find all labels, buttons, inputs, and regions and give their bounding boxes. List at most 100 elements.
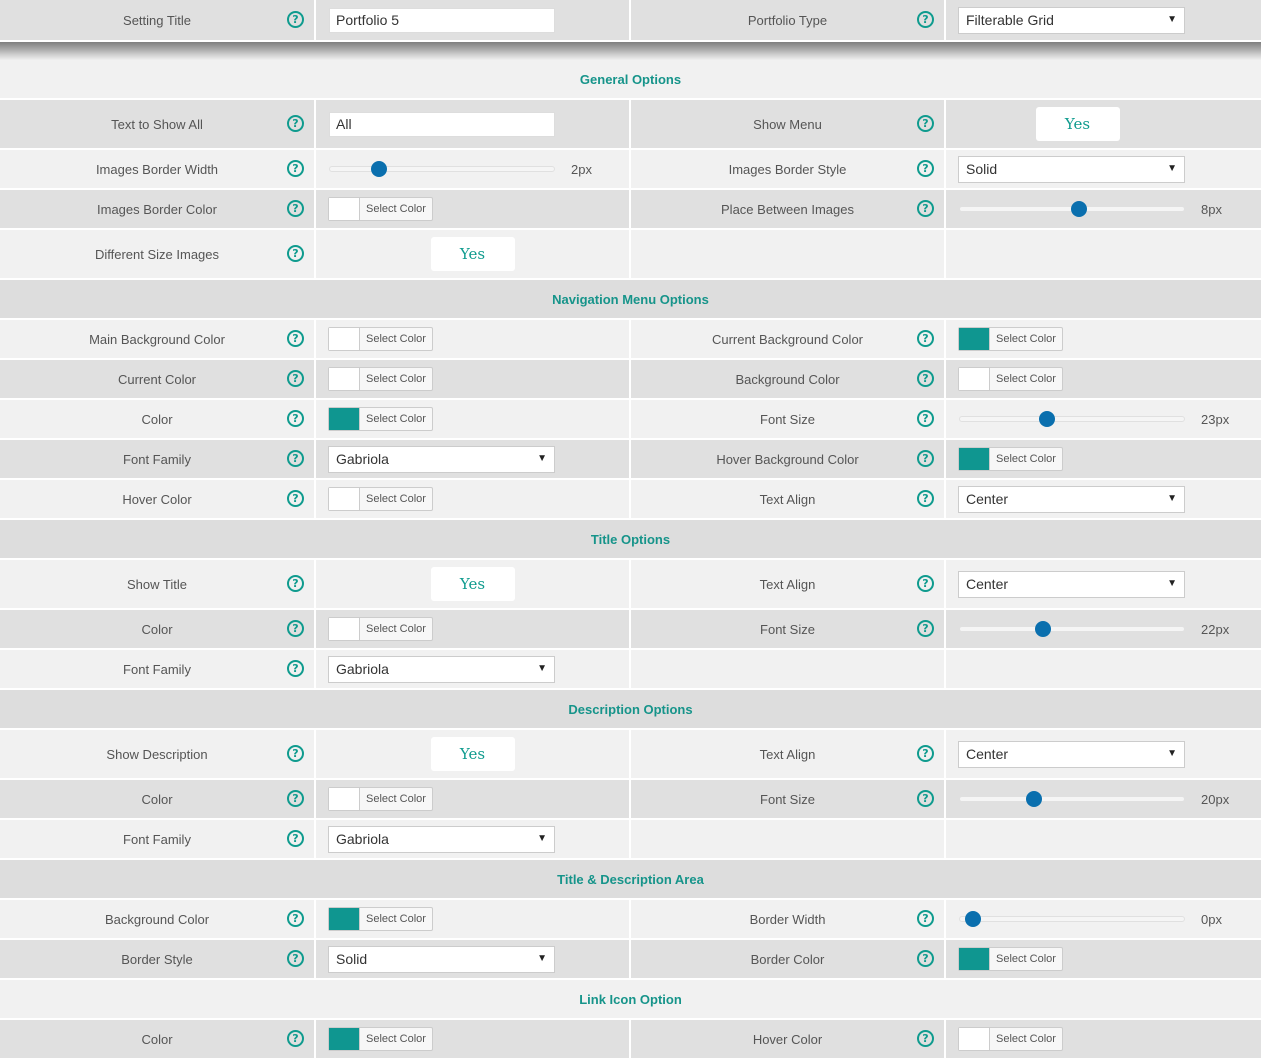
help-icon[interactable]: ? [287, 450, 304, 467]
text-show-all-input[interactable]: All [329, 111, 555, 137]
help-icon[interactable]: ? [917, 370, 934, 387]
help-icon[interactable]: ? [917, 790, 934, 807]
slider-handle[interactable] [964, 911, 981, 927]
select-color-button[interactable]: Select Color [990, 1028, 1062, 1050]
place-between-images-slider[interactable] [959, 201, 1185, 217]
slider-handle[interactable] [1025, 791, 1042, 807]
help-icon[interactable]: ? [287, 660, 304, 677]
color-swatch[interactable] [959, 948, 990, 970]
color-swatch[interactable] [329, 328, 360, 350]
select-color-button[interactable]: Select Color [990, 448, 1062, 470]
color-swatch[interactable] [329, 368, 360, 390]
color-swatch[interactable] [329, 618, 360, 640]
select-color-button[interactable]: Select Color [360, 408, 432, 430]
select-color-button[interactable]: Select Color [360, 618, 432, 640]
current-background-color-picker[interactable]: Select Color [958, 327, 1063, 351]
help-icon[interactable]: ? [287, 160, 304, 177]
help-icon[interactable]: ? [287, 330, 304, 347]
help-icon[interactable]: ? [287, 490, 304, 507]
help-icon[interactable]: ? [917, 200, 934, 217]
select-color-button[interactable]: Select Color [360, 368, 432, 390]
nav-font-family-select[interactable]: Gabriola ▼ [328, 445, 555, 473]
help-icon[interactable]: ? [917, 450, 934, 467]
desc-text-align-select[interactable]: Center ▼ [958, 740, 1185, 768]
different-size-images-toggle[interactable]: Yes [430, 237, 515, 271]
help-icon[interactable]: ? [287, 115, 304, 132]
color-swatch[interactable] [959, 328, 990, 350]
help-icon[interactable]: ? [917, 1030, 934, 1047]
help-icon[interactable]: ? [287, 575, 304, 592]
select-color-button[interactable]: Select Color [360, 328, 432, 350]
color-swatch[interactable] [329, 408, 360, 430]
select-color-button[interactable]: Select Color [990, 948, 1062, 970]
help-icon[interactable]: ? [917, 620, 934, 637]
help-icon[interactable]: ? [917, 910, 934, 927]
color-swatch[interactable] [959, 1028, 990, 1050]
show-description-toggle[interactable]: Yes [430, 737, 515, 771]
help-icon[interactable]: ? [287, 830, 304, 847]
help-icon[interactable]: ? [287, 410, 304, 427]
desc-color-picker[interactable]: Select Color [328, 787, 433, 811]
help-icon[interactable]: ? [917, 950, 934, 967]
background-color-picker[interactable]: Select Color [958, 367, 1063, 391]
nav-text-align-select[interactable]: Center ▼ [958, 485, 1185, 513]
show-menu-toggle[interactable]: Yes [1035, 107, 1120, 141]
nav-color-picker[interactable]: Select Color [328, 407, 433, 431]
setting-title-input[interactable]: Portfolio 5 [329, 7, 555, 33]
help-icon[interactable]: ? [917, 410, 934, 427]
link-color-picker[interactable]: Select Color [328, 1027, 433, 1051]
hover-color-picker[interactable]: Select Color [328, 487, 433, 511]
help-icon[interactable]: ? [287, 11, 304, 28]
images-border-style-select[interactable]: Solid ▼ [958, 155, 1185, 183]
color-swatch[interactable] [329, 788, 360, 810]
color-swatch[interactable] [329, 198, 360, 220]
images-border-color-picker[interactable]: Select Color [328, 197, 433, 221]
help-icon[interactable]: ? [287, 200, 304, 217]
help-icon[interactable]: ? [917, 745, 934, 762]
title-font-size-slider[interactable] [959, 621, 1185, 637]
help-icon[interactable]: ? [917, 330, 934, 347]
portfolio-type-select[interactable]: Filterable Grid ▼ [958, 6, 1185, 34]
area-border-style-select[interactable]: Solid ▼ [328, 945, 555, 973]
color-swatch[interactable] [959, 448, 990, 470]
color-swatch[interactable] [329, 908, 360, 930]
slider-handle[interactable] [370, 161, 387, 177]
select-color-button[interactable]: Select Color [360, 788, 432, 810]
desc-font-size-slider[interactable] [959, 791, 1185, 807]
color-swatch[interactable] [959, 368, 990, 390]
select-color-button[interactable]: Select Color [360, 908, 432, 930]
help-icon[interactable]: ? [917, 575, 934, 592]
color-swatch[interactable] [329, 488, 360, 510]
title-text-align-select[interactable]: Center ▼ [958, 570, 1185, 598]
slider-handle[interactable] [1034, 621, 1051, 637]
select-color-button[interactable]: Select Color [360, 198, 432, 220]
help-icon[interactable]: ? [287, 910, 304, 927]
nav-font-size-slider[interactable] [959, 411, 1185, 427]
main-background-color-picker[interactable]: Select Color [328, 327, 433, 351]
help-icon[interactable]: ? [287, 745, 304, 762]
help-icon[interactable]: ? [287, 620, 304, 637]
select-color-button[interactable]: Select Color [990, 328, 1062, 350]
desc-font-family-select[interactable]: Gabriola ▼ [328, 825, 555, 853]
link-hover-color-picker[interactable]: Select Color [958, 1027, 1063, 1051]
help-icon[interactable]: ? [287, 950, 304, 967]
show-title-toggle[interactable]: Yes [430, 567, 515, 601]
help-icon[interactable]: ? [917, 160, 934, 177]
hover-background-color-picker[interactable]: Select Color [958, 447, 1063, 471]
title-font-family-select[interactable]: Gabriola ▼ [328, 655, 555, 683]
area-background-color-picker[interactable]: Select Color [328, 907, 433, 931]
help-icon[interactable]: ? [917, 11, 934, 28]
help-icon[interactable]: ? [287, 790, 304, 807]
area-border-color-picker[interactable]: Select Color [958, 947, 1063, 971]
select-color-button[interactable]: Select Color [360, 1028, 432, 1050]
help-icon[interactable]: ? [287, 245, 304, 262]
help-icon[interactable]: ? [287, 1030, 304, 1047]
select-color-button[interactable]: Select Color [360, 488, 432, 510]
title-color-picker[interactable]: Select Color [328, 617, 433, 641]
help-icon[interactable]: ? [917, 115, 934, 132]
slider-handle[interactable] [1070, 201, 1087, 217]
area-border-width-slider[interactable] [959, 911, 1185, 927]
help-icon[interactable]: ? [917, 490, 934, 507]
color-swatch[interactable] [329, 1028, 360, 1050]
help-icon[interactable]: ? [287, 370, 304, 387]
